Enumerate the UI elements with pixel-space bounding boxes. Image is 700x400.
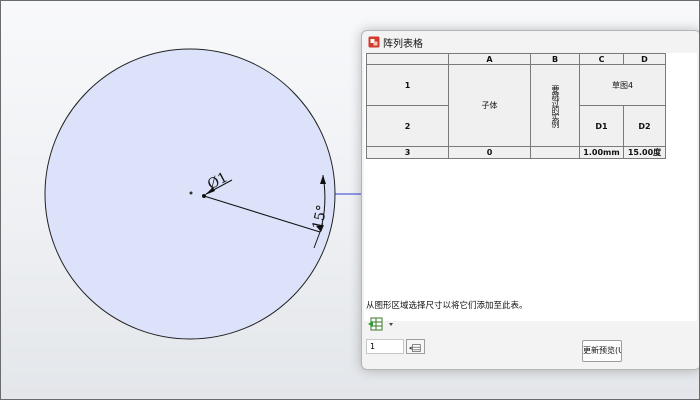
dim-name-d1[interactable]: D1	[579, 105, 624, 147]
dialog-title: 阵列表格	[383, 39, 423, 50]
body-name-cell[interactable]: 子体	[448, 64, 531, 147]
row-header-1[interactable]: 1	[366, 64, 449, 106]
col-header-d[interactable]: D	[623, 53, 666, 65]
row-header-2[interactable]: 2	[366, 105, 449, 147]
table-add-icon	[368, 317, 393, 331]
corner-cell	[366, 53, 449, 65]
table-row: 3 0 1.00mm 15.00度	[366, 146, 666, 159]
sketch-name-cell[interactable]: 草图4	[579, 64, 666, 106]
dim-name-d2[interactable]: D2	[623, 105, 666, 147]
instance-count-input[interactable]	[366, 339, 404, 354]
col-header-a[interactable]: A	[448, 53, 531, 65]
pattern-table-dialog: 阵列表格 A B C D 1 子体 要跳过的实例 草图4 2 D1 D2 3 0…	[361, 30, 700, 370]
chevron-down-icon	[389, 323, 393, 326]
dialog-titlebar[interactable]: 阵列表格	[362, 31, 700, 53]
row-header-3[interactable]: 3	[366, 146, 449, 159]
table-spin-icon	[409, 344, 421, 352]
add-dimension-button[interactable]	[367, 315, 395, 333]
suppress-instances-cell[interactable]: 要跳过的实例	[530, 64, 580, 147]
table-pane[interactable]: A B C D 1 子体 要跳过的实例 草图4 2 D1 D2 3 0 1.00…	[364, 53, 697, 321]
origin-point-icon	[189, 191, 193, 195]
stepper-button[interactable]	[406, 339, 425, 354]
col-header-b[interactable]: B	[530, 53, 580, 65]
pattern-table[interactable]: A B C D 1 子体 要跳过的实例 草图4 2 D1 D2 3 0 1.00…	[366, 53, 666, 159]
col-header-c[interactable]: C	[579, 53, 624, 65]
table-row: 1 子体 要跳过的实例 草图4	[366, 64, 666, 147]
update-preview-button[interactable]: 更新预览(U	[582, 340, 622, 362]
row3-suppress-value[interactable]	[530, 146, 580, 159]
instruction-text: 从图形区域选择尺寸以将它们添加至此表。	[366, 301, 528, 311]
row3-d1-value[interactable]: 1.00mm	[579, 146, 624, 159]
header-row: A B C D	[366, 53, 666, 65]
solidworks-app-icon	[368, 36, 380, 48]
row3-d2-value[interactable]: 15.00度	[623, 146, 666, 159]
instance-stepper[interactable]	[366, 339, 426, 356]
row3-body-value[interactable]: 0	[448, 146, 531, 159]
